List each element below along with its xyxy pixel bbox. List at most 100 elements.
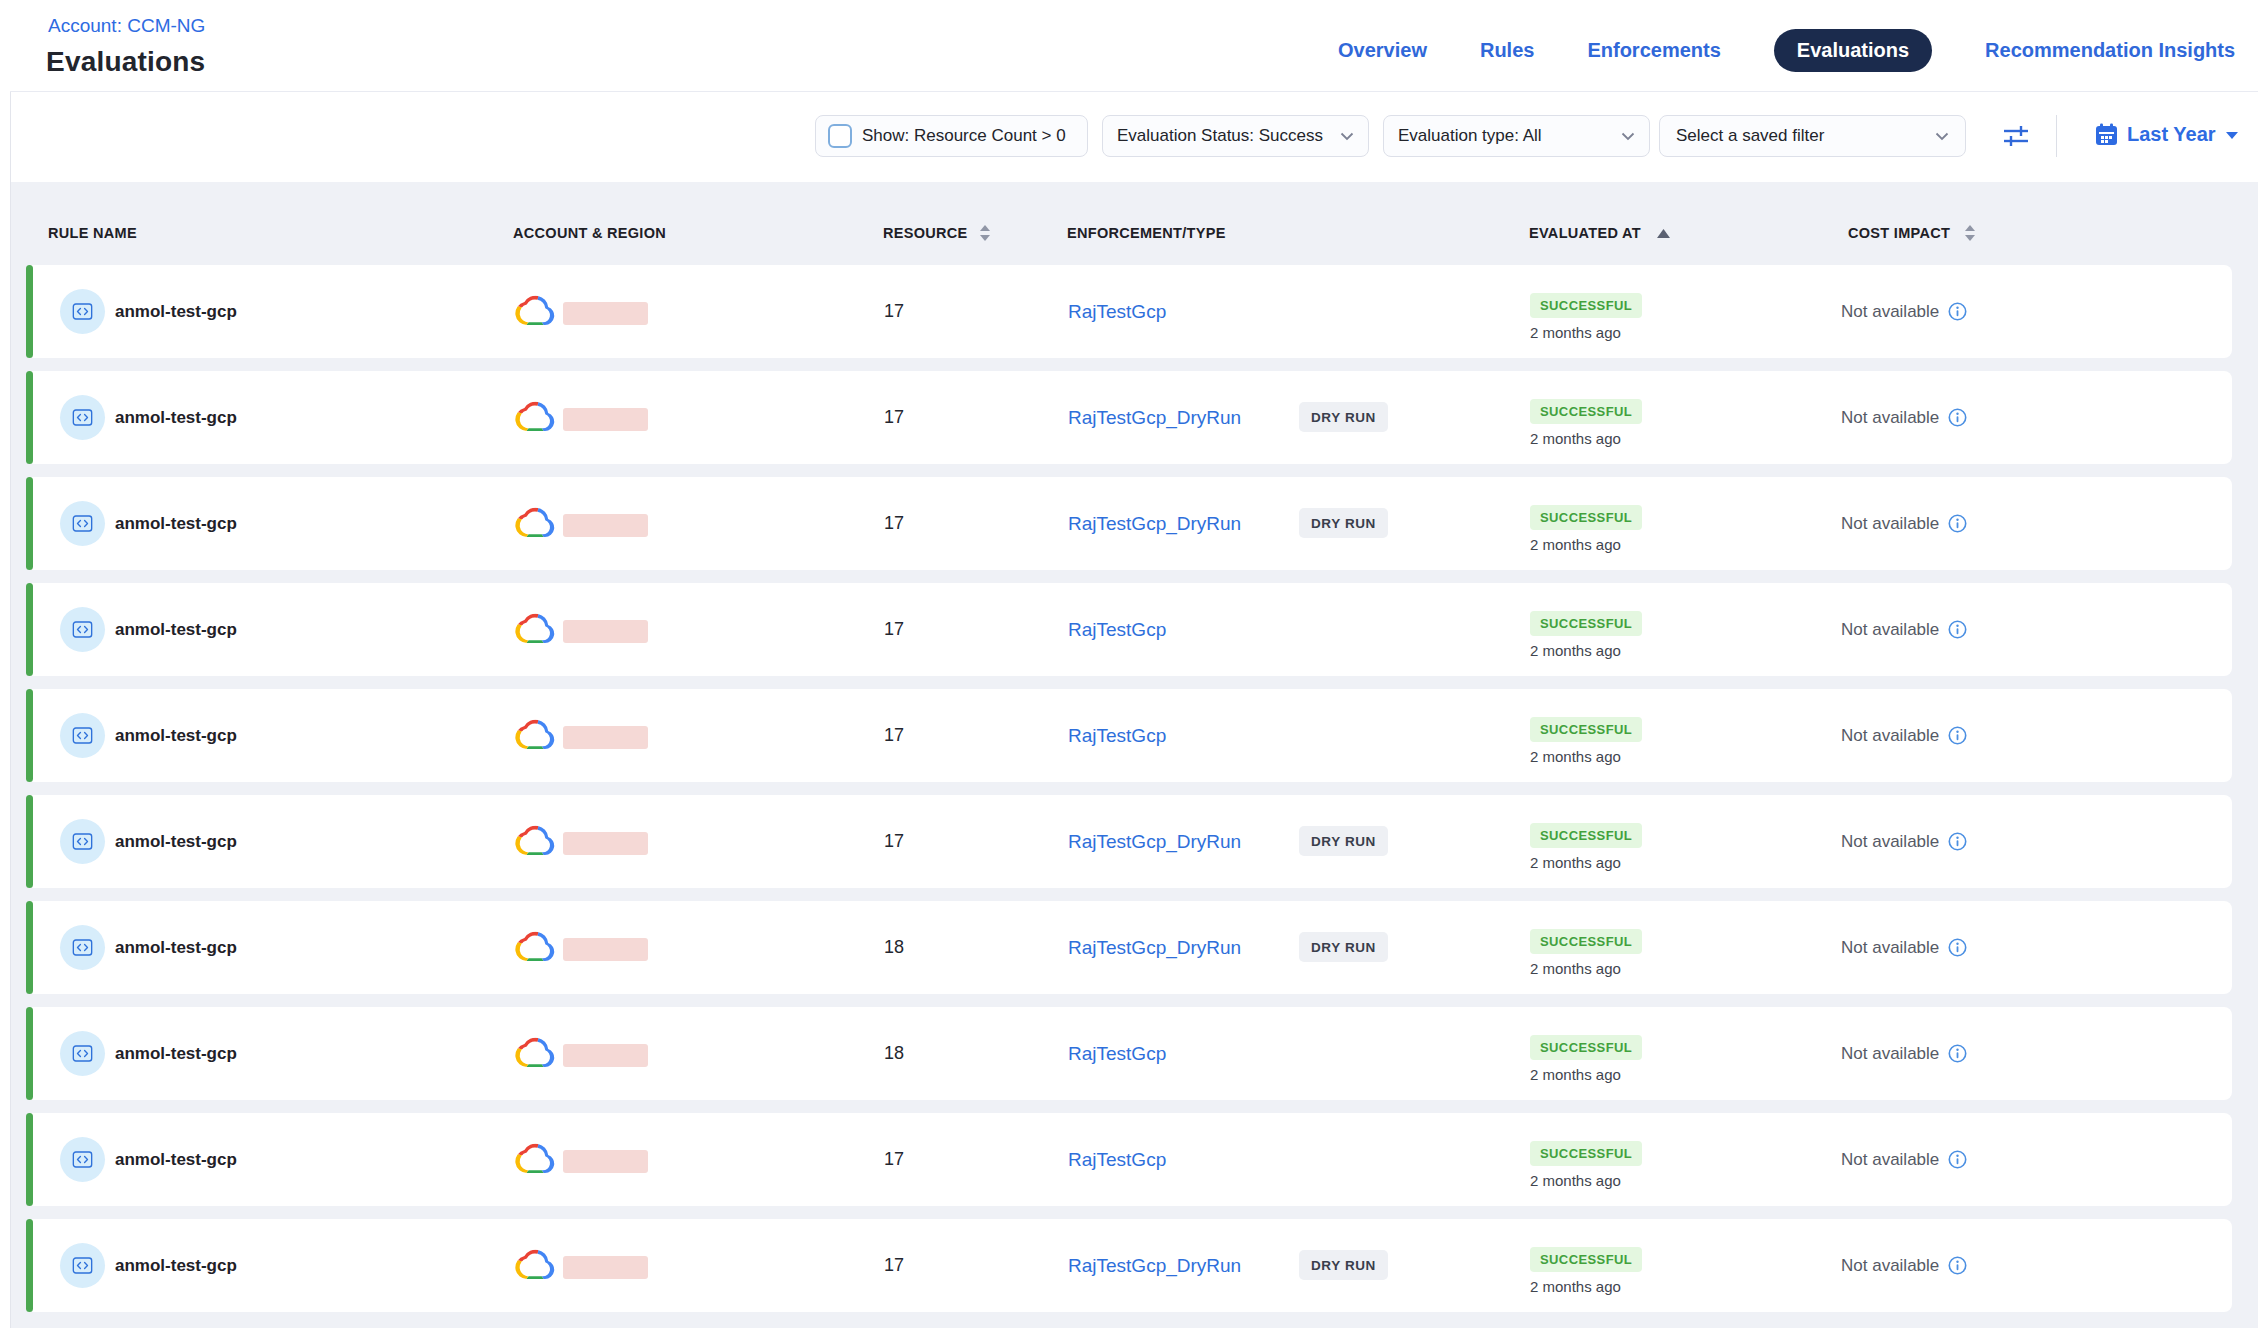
account-region-redacted <box>563 302 648 325</box>
col-account-region[interactable]: ACCOUNT & REGION <box>513 225 666 241</box>
gcp-logo <box>515 823 555 858</box>
dry-run-badge: DRY RUN <box>1299 402 1388 432</box>
table-row[interactable]: anmol-test-gcp 17 RajTestGcp_DryRun DRY … <box>26 371 2232 464</box>
enforcement-link[interactable]: RajTestGcp <box>1068 689 1166 782</box>
info-icon[interactable] <box>1948 832 1967 851</box>
date-range-picker[interactable]: Last Year <box>2095 123 2239 146</box>
info-icon[interactable] <box>1948 726 1967 745</box>
gcp-logo <box>515 399 555 434</box>
table-row[interactable]: anmol-test-gcp 17 RajTestGcp SUCCESSFUL … <box>26 583 2232 676</box>
enforcement-link[interactable]: RajTestGcp <box>1068 1007 1166 1100</box>
info-icon[interactable] <box>1948 620 1967 639</box>
row-status-accent <box>26 1007 33 1100</box>
enforcement-link[interactable]: RajTestGcp_DryRun <box>1068 901 1241 994</box>
table-row[interactable]: anmol-test-gcp 17 RajTestGcp SUCCESSFUL … <box>26 1113 2232 1206</box>
enforcement-link[interactable]: RajTestGcp_DryRun <box>1068 1219 1241 1312</box>
nav-tab-enforcements[interactable]: Enforcements <box>1587 39 1720 62</box>
col-rule-name[interactable]: RULE NAME <box>48 225 137 241</box>
col-cost-impact[interactable]: COST IMPACT <box>1848 225 1975 241</box>
enforcement-link[interactable]: RajTestGcp <box>1068 265 1166 358</box>
info-icon[interactable] <box>1948 302 1967 321</box>
evaluated-time: 2 months ago <box>1530 642 1642 659</box>
resource-count-filter[interactable]: Show: Resource Count > 0 <box>815 115 1088 157</box>
account-region-redacted <box>563 408 648 431</box>
info-icon[interactable] <box>1948 514 1967 533</box>
col-resource[interactable]: RESOURCE <box>883 225 990 241</box>
calendar-icon <box>2095 123 2118 146</box>
cost-impact-value: Not available <box>1841 408 1939 428</box>
cost-impact-cell: Not available <box>1841 1219 1967 1312</box>
table-row[interactable]: anmol-test-gcp 17 RajTestGcp_DryRun DRY … <box>26 477 2232 570</box>
sort-icon[interactable] <box>1965 225 1975 241</box>
table-row[interactable]: anmol-test-gcp 17 RajTestGcp SUCCESSFUL … <box>26 689 2232 782</box>
gcp-logo <box>515 1035 555 1070</box>
evaluation-type-filter[interactable]: Evaluation type: All <box>1383 115 1650 157</box>
nav-tab-recommendation-insights[interactable]: Recommendation Insights <box>1985 39 2235 62</box>
filter-settings-icon[interactable] <box>2001 123 2031 149</box>
status-badge: SUCCESSFUL <box>1530 929 1642 954</box>
breadcrumb[interactable]: Account: CCM-NG <box>48 15 205 37</box>
rule-icon <box>60 713 105 758</box>
resource-count: 17 <box>884 1219 904 1312</box>
evaluated-time: 2 months ago <box>1530 854 1642 871</box>
nav-tab-overview[interactable]: Overview <box>1338 39 1427 62</box>
enforcement-link[interactable]: RajTestGcp_DryRun <box>1068 477 1241 570</box>
dry-run-badge: DRY RUN <box>1299 932 1388 962</box>
rule-name: anmol-test-gcp <box>115 371 237 464</box>
gcp-logo <box>515 717 555 752</box>
dry-run-badge: DRY RUN <box>1299 826 1388 856</box>
chevron-down-icon <box>1935 132 1949 141</box>
evaluated-time: 2 months ago <box>1530 324 1642 341</box>
code-rule-icon <box>70 829 95 854</box>
table-row[interactable]: anmol-test-gcp 17 RajTestGcp SUCCESSFUL … <box>26 265 2232 358</box>
info-icon[interactable] <box>1948 408 1967 427</box>
evaluated-at-cell: SUCCESSFUL 2 months ago <box>1530 1247 1642 1295</box>
row-status-accent <box>26 265 33 358</box>
col-enforcement-type[interactable]: ENFORCEMENT/TYPE <box>1067 225 1226 241</box>
sort-asc-icon[interactable] <box>1657 229 1670 238</box>
info-icon[interactable] <box>1948 938 1967 957</box>
enforcement-link[interactable]: RajTestGcp <box>1068 583 1166 676</box>
table-row[interactable]: anmol-test-gcp 17 RajTestGcp_DryRun DRY … <box>26 795 2232 888</box>
info-icon[interactable] <box>1948 1044 1967 1063</box>
row-status-accent <box>26 795 33 888</box>
enforcement-link[interactable]: RajTestGcp_DryRun <box>1068 795 1241 888</box>
cost-impact-value: Not available <box>1841 938 1939 958</box>
saved-filter-label: Select a saved filter <box>1676 126 1824 146</box>
evaluated-time: 2 months ago <box>1530 430 1642 447</box>
resource-count-checkbox[interactable] <box>828 124 852 148</box>
saved-filter-select[interactable]: Select a saved filter <box>1659 115 1966 157</box>
rule-icon <box>60 1243 105 1288</box>
evaluations-page: Account: CCM-NG Evaluations Overview Rule… <box>0 0 2258 1328</box>
evaluated-at-cell: SUCCESSFUL 2 months ago <box>1530 717 1642 765</box>
cost-impact-value: Not available <box>1841 620 1939 640</box>
evaluated-at-cell: SUCCESSFUL 2 months ago <box>1530 823 1642 871</box>
table-body: anmol-test-gcp 17 RajTestGcp SUCCESSFUL … <box>26 265 2232 1325</box>
status-badge: SUCCESSFUL <box>1530 1247 1642 1272</box>
nav-tab-rules[interactable]: Rules <box>1480 39 1534 62</box>
chevron-down-icon <box>1340 132 1354 141</box>
cost-impact-value: Not available <box>1841 1256 1939 1276</box>
col-evaluated-at[interactable]: EVALUATED AT <box>1529 225 1670 241</box>
code-rule-icon <box>70 1253 95 1278</box>
cost-impact-cell: Not available <box>1841 795 1967 888</box>
cost-impact-cell: Not available <box>1841 265 1967 358</box>
enforcement-link[interactable]: RajTestGcp_DryRun <box>1068 371 1241 464</box>
cost-impact-cell: Not available <box>1841 1113 1967 1206</box>
enforcement-link[interactable]: RajTestGcp <box>1068 1113 1166 1206</box>
table-row[interactable]: anmol-test-gcp 17 RajTestGcp_DryRun DRY … <box>26 1219 2232 1312</box>
evaluated-at-cell: SUCCESSFUL 2 months ago <box>1530 399 1642 447</box>
table-row[interactable]: anmol-test-gcp 18 RajTestGcp_DryRun DRY … <box>26 901 2232 994</box>
dropdown-arrow-icon <box>2225 130 2239 140</box>
page-header: Account: CCM-NG Evaluations Overview Rule… <box>10 0 2258 92</box>
evaluation-status-filter[interactable]: Evaluation Status: Success <box>1102 115 1369 157</box>
account-region-redacted <box>563 1256 648 1279</box>
nav-tab-evaluations[interactable]: Evaluations <box>1774 29 1932 72</box>
dry-run-badge: DRY RUN <box>1299 508 1388 538</box>
info-icon[interactable] <box>1948 1150 1967 1169</box>
sort-icon[interactable] <box>980 225 990 241</box>
evaluated-time: 2 months ago <box>1530 748 1642 765</box>
info-icon[interactable] <box>1948 1256 1967 1275</box>
rule-name: anmol-test-gcp <box>115 1219 237 1312</box>
table-row[interactable]: anmol-test-gcp 18 RajTestGcp SUCCESSFUL … <box>26 1007 2232 1100</box>
